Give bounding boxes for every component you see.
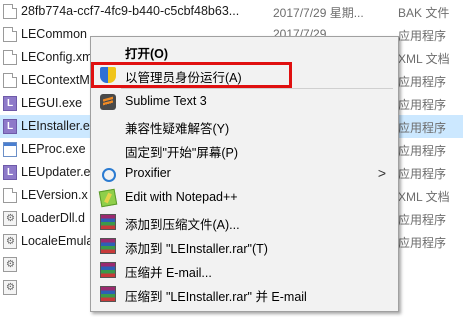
notepad-plus-plus-icon	[98, 188, 118, 208]
menu-item-label: Edit with Notepad++	[125, 190, 238, 204]
gear-document-icon	[3, 234, 17, 249]
menu-item-pin-to-start[interactable]: 固定到"开始"屏幕(P)	[91, 138, 398, 162]
file-name: LocaleEmula	[21, 234, 94, 248]
file-name: LEConfig.xm	[21, 50, 93, 64]
context-menu: 打开(O) 以管理员身份运行(A) Sublime Text 3 兼容性疑难解答…	[90, 36, 399, 312]
gear-document-icon	[3, 257, 17, 272]
menu-item-add-to-archive[interactable]: 添加到压缩文件(A)...	[91, 210, 398, 234]
menu-item-label: 添加到压缩文件(A)...	[125, 218, 240, 232]
file-type: 应用程序	[398, 144, 447, 158]
file-name: 28fb774a-ccf7-4fc9-b440-c5cbf48b63...	[21, 4, 240, 18]
document-icon	[3, 73, 17, 88]
file-name: LEProc.exe	[21, 142, 86, 156]
file-type: XML 文档	[398, 52, 450, 66]
menu-item-label: 固定到"开始"屏幕(P)	[125, 146, 239, 160]
menu-item-open[interactable]: 打开(O)	[91, 39, 398, 63]
le-app-icon: L	[3, 96, 17, 111]
file-type: XML 文档	[398, 190, 450, 204]
file-name: LEGUI.exe	[21, 96, 83, 110]
menu-item-add-to-rar[interactable]: 添加到 "LEInstaller.rar"(T)	[91, 234, 398, 258]
menu-separator	[121, 88, 393, 89]
file-name: LECommon	[21, 27, 87, 41]
le-app-icon: L	[3, 165, 17, 180]
document-icon	[3, 50, 17, 65]
winrar-icon	[100, 262, 116, 278]
menu-item-label: 打开(O)	[125, 47, 169, 61]
file-type: 应用程序	[398, 98, 447, 112]
file-type: 应用程序	[398, 121, 447, 135]
menu-item-label: 压缩到 "LEInstaller.rar" 并 E-mail	[125, 290, 307, 304]
highlight-box	[91, 62, 292, 88]
proxifier-icon	[100, 166, 116, 182]
winrar-icon	[100, 286, 116, 302]
menu-item-compress-rar-email[interactable]: 压缩到 "LEInstaller.rar" 并 E-mail	[91, 282, 398, 306]
file-type: BAK 文件	[398, 6, 450, 20]
menu-item-proxifier[interactable]: Proxifier >	[91, 162, 398, 186]
menu-item-label: Sublime Text 3	[125, 94, 207, 108]
document-icon	[3, 27, 17, 42]
file-name: LEVersion.x	[21, 188, 88, 202]
file-name: LEUpdater.e	[21, 165, 91, 179]
exe-icon	[3, 142, 17, 157]
menu-item-compress-email[interactable]: 压缩并 E-mail...	[91, 258, 398, 282]
file-type: 应用程序	[398, 29, 447, 43]
menu-item-compat-troubleshoot[interactable]: 兼容性疑难解答(Y)	[91, 114, 398, 138]
sublime-text-icon	[100, 94, 116, 110]
gear-document-icon	[3, 211, 17, 226]
file-row[interactable]: 28fb774a-ccf7-4fc9-b440-c5cbf48b63... 20…	[0, 0, 463, 23]
menu-item-sublime-text[interactable]: Sublime Text 3	[91, 90, 398, 114]
menu-item-label: 添加到 "LEInstaller.rar"(T)	[125, 242, 268, 256]
file-type: 应用程序	[398, 236, 447, 250]
file-date: 2017/7/29 星期...	[273, 6, 364, 20]
file-name: LEContextM	[21, 73, 90, 87]
winrar-icon	[100, 238, 116, 254]
file-name: LEInstaller.e	[21, 119, 90, 133]
file-type: 应用程序	[398, 167, 447, 181]
gear-document-icon	[3, 280, 17, 295]
menu-item-label: Proxifier	[125, 166, 171, 180]
file-name: LoaderDll.d	[21, 211, 85, 225]
file-type: 应用程序	[398, 75, 447, 89]
document-icon	[3, 188, 17, 203]
winrar-icon	[100, 214, 116, 230]
file-type: 应用程序	[398, 213, 447, 227]
menu-item-label: 压缩并 E-mail...	[125, 266, 212, 280]
le-app-icon: L	[3, 119, 17, 134]
menu-item-edit-notepad[interactable]: Edit with Notepad++	[91, 186, 398, 210]
submenu-arrow-icon: >	[377, 165, 386, 181]
menu-item-label: 兼容性疑难解答(Y)	[125, 122, 230, 136]
document-icon	[3, 4, 17, 19]
